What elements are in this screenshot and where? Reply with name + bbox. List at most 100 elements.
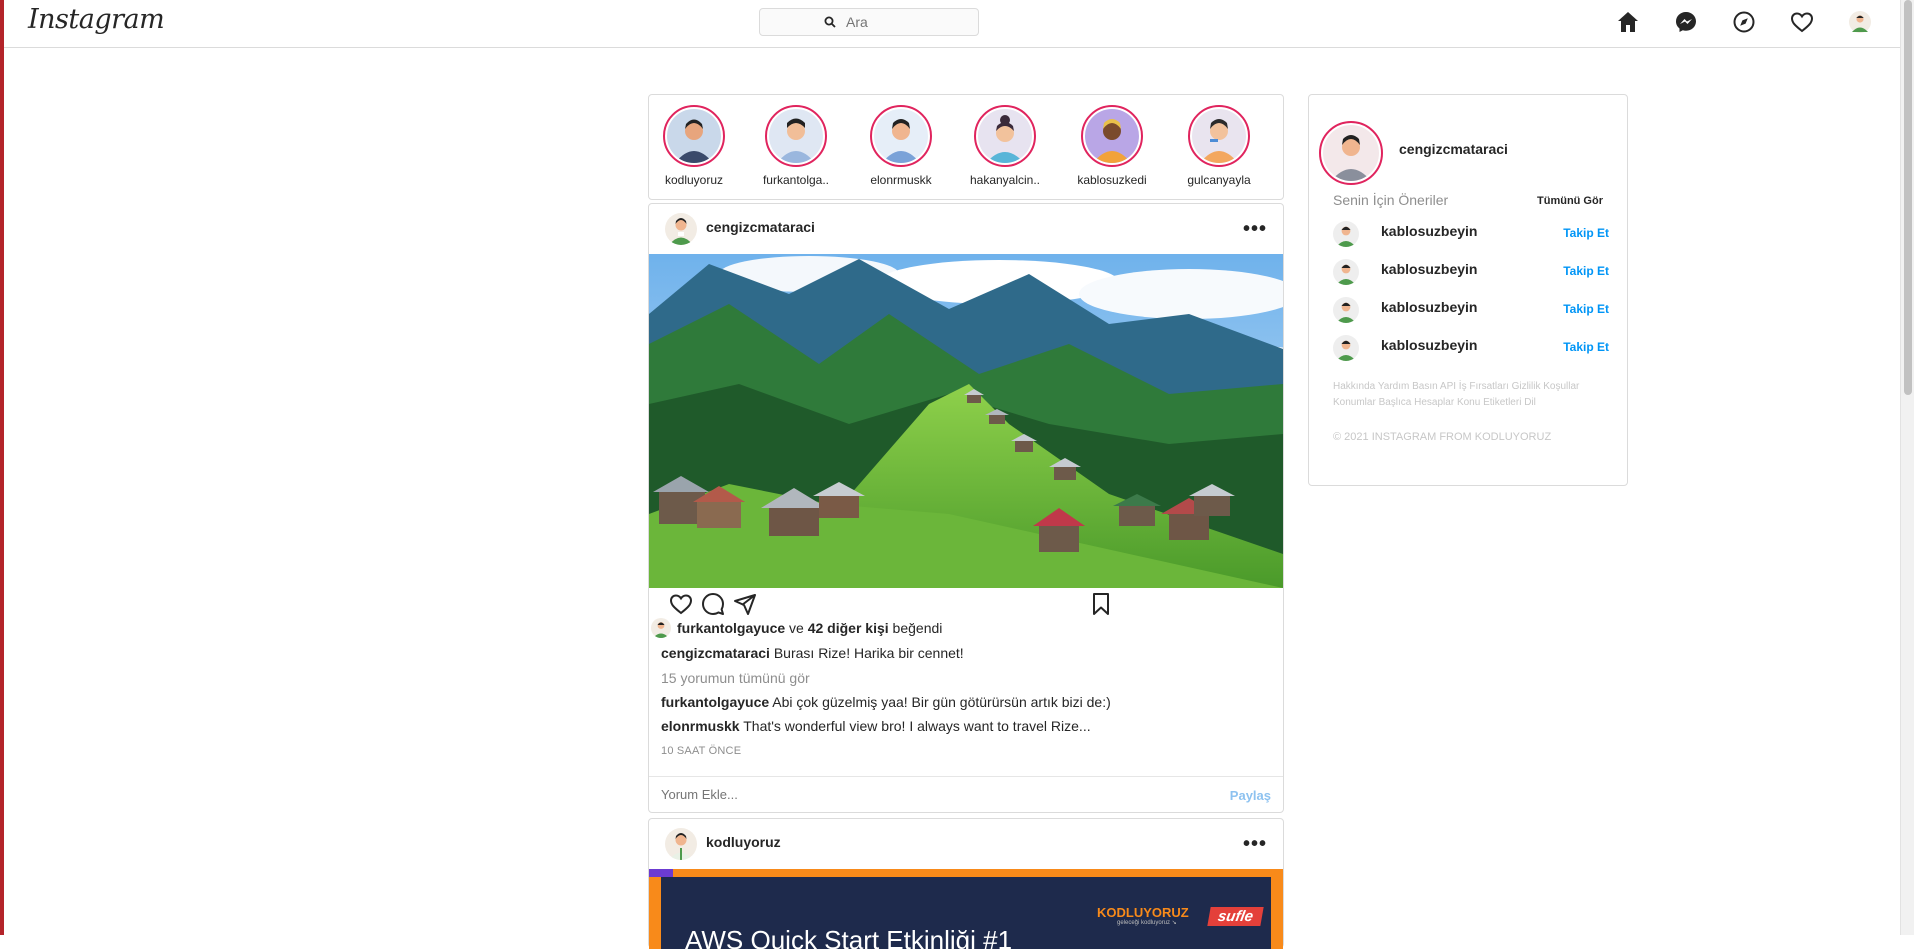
like-icon[interactable] xyxy=(669,592,693,621)
top-navbar: Instagram xyxy=(4,0,1900,48)
story-username: furkantolga.. xyxy=(762,173,830,187)
nav-icons xyxy=(1614,8,1874,36)
comment-item: furkantolgayuce Abi çok güzelmiş yaa! Bi… xyxy=(661,694,1111,710)
suggestion-username[interactable]: kablosuzbeyin xyxy=(1381,337,1477,353)
window-edge xyxy=(0,0,4,935)
app-window: Instagram Ara kodluyoruz furkantolga.. e… xyxy=(0,0,1914,949)
story-avatar xyxy=(1192,109,1246,163)
feed-post: kodluyoruz ••• AWS Quick Start Etkinliği… xyxy=(648,818,1284,949)
post-image[interactable]: AWS Quick Start Etkinliği #1 KODLUYORUZ … xyxy=(649,869,1283,949)
suggestion-row: kablosuzbeyin Takip Et xyxy=(1333,221,1609,251)
view-all-comments-link[interactable]: 15 yorumun tümünü gör xyxy=(661,670,810,686)
banner-title: AWS Quick Start Etkinliği #1 xyxy=(685,925,1013,949)
comment-input[interactable] xyxy=(661,787,1161,802)
footer-links[interactable]: Hakkında Yardım Basın API İş Fırsatları … xyxy=(1333,379,1613,411)
share-icon[interactable] xyxy=(733,592,757,621)
caption-text: Burası Rize! Harika bir cennet! xyxy=(773,645,964,661)
liker-avatar xyxy=(651,618,671,638)
story-username: hakanyalcin.. xyxy=(969,173,1041,187)
instagram-logo[interactable]: Instagram xyxy=(28,4,165,35)
comment-username[interactable]: elonrmuskk xyxy=(661,718,740,734)
story-avatar xyxy=(667,109,721,163)
story-username: kodluyoruz xyxy=(664,173,724,187)
messenger-icon[interactable] xyxy=(1672,8,1700,36)
comment-username[interactable]: furkantolgayuce xyxy=(661,694,769,710)
follow-button[interactable]: Takip Et xyxy=(1563,226,1609,240)
suggestion-row: kablosuzbeyin Takip Et xyxy=(1333,335,1609,365)
story-item[interactable]: furkantolga.. xyxy=(751,105,841,187)
story-ring xyxy=(1081,105,1143,167)
suggestion-username[interactable]: kablosuzbeyin xyxy=(1381,223,1477,239)
suggestion-avatar[interactable] xyxy=(1333,297,1359,323)
post-author-name[interactable]: kodluyoruz xyxy=(706,834,781,850)
story-username: gulcanyayla xyxy=(1187,173,1251,187)
liker-username[interactable]: furkantolgayuce xyxy=(677,620,785,636)
post-header: cengizcmataraci ••• xyxy=(649,204,1283,254)
search-input[interactable] xyxy=(846,14,986,30)
story-avatar xyxy=(874,109,928,163)
post-author-avatar[interactable] xyxy=(665,828,697,860)
suggestions-title: Senin İçin Öneriler xyxy=(1333,192,1449,208)
profile-ring xyxy=(1319,121,1383,185)
story-username: elonrmuskk xyxy=(870,173,932,187)
heart-icon[interactable] xyxy=(1788,8,1816,36)
post-author-avatar[interactable] xyxy=(665,213,697,245)
likes-others[interactable]: 42 diğer kişi xyxy=(808,620,889,636)
story-item[interactable]: gulcanyayla xyxy=(1174,105,1264,187)
post-timestamp: 10 SAAT ÖNCE xyxy=(661,745,742,757)
search-box[interactable] xyxy=(759,8,986,36)
see-all-link[interactable]: Tümünü Gör xyxy=(1537,195,1603,207)
home-icon[interactable] xyxy=(1614,8,1642,36)
explore-icon[interactable] xyxy=(1730,8,1758,36)
story-item[interactable]: kodluyoruz xyxy=(649,105,739,187)
post-comment-button[interactable]: Paylaş xyxy=(1230,788,1271,803)
follow-button[interactable]: Takip Et xyxy=(1563,302,1609,316)
current-username[interactable]: cengizcmataraci xyxy=(1399,141,1508,157)
suggestion-row: kablosuzbeyin Takip Et xyxy=(1333,259,1609,289)
likes-connector: ve xyxy=(789,620,804,636)
story-ring xyxy=(663,105,725,167)
likes-summary: furkantolgayuce ve 42 diğer kişi beğendi xyxy=(651,618,942,638)
suggestion-avatar[interactable] xyxy=(1333,221,1359,247)
post-author-name[interactable]: cengizcmataraci xyxy=(706,219,815,235)
post-image[interactable] xyxy=(649,254,1283,588)
bookmark-icon[interactable] xyxy=(1089,592,1113,621)
suggestion-username[interactable]: kablosuzbeyin xyxy=(1381,299,1477,315)
story-avatar xyxy=(1085,109,1139,163)
story-ring xyxy=(1188,105,1250,167)
stories-bar: kodluyoruz furkantolga.. elonrmuskk haka… xyxy=(648,94,1284,200)
story-ring xyxy=(765,105,827,167)
suggestion-username[interactable]: kablosuzbeyin xyxy=(1381,261,1477,277)
scrollbar-thumb[interactable] xyxy=(1904,0,1912,395)
banner-accent xyxy=(649,869,673,877)
story-ring xyxy=(974,105,1036,167)
vertical-scrollbar[interactable] xyxy=(1900,0,1914,935)
copyright-text: © 2021 INSTAGRAM FROM KODLUYORUZ xyxy=(1333,431,1552,443)
comment-icon[interactable] xyxy=(701,592,725,621)
sponsor-logo: sufle xyxy=(1207,907,1264,926)
story-avatar xyxy=(769,109,823,163)
banner-panel: AWS Quick Start Etkinliği #1 KODLUYORUZ … xyxy=(661,877,1271,949)
banner-brand: KODLUYORUZ xyxy=(1097,905,1189,920)
caption-username[interactable]: cengizcmataraci xyxy=(661,645,770,661)
current-user-avatar[interactable] xyxy=(1323,125,1379,181)
story-avatar xyxy=(978,109,1032,163)
suggestion-avatar[interactable] xyxy=(1333,335,1359,361)
feed-post: cengizcmataraci ••• furkantolgayuce ve 4… xyxy=(648,203,1284,813)
follow-button[interactable]: Takip Et xyxy=(1563,264,1609,278)
more-options-icon[interactable]: ••• xyxy=(1243,833,1267,856)
story-item[interactable]: kablosuzkedi xyxy=(1067,105,1157,187)
profile-avatar-icon[interactable] xyxy=(1846,8,1874,36)
story-item[interactable]: elonrmuskk xyxy=(856,105,946,187)
story-item[interactable]: hakanyalcin.. xyxy=(960,105,1050,187)
banner-brand-sub: geleceği kodluyoruz ↘ xyxy=(1117,920,1177,926)
comment-text: That's wonderful view bro! I always want… xyxy=(743,718,1091,734)
comment-text: Abi çok güzelmiş yaa! Bir gün götürürsün… xyxy=(772,694,1111,710)
more-options-icon[interactable]: ••• xyxy=(1243,218,1267,241)
post-header: kodluyoruz ••• xyxy=(649,819,1283,869)
suggestion-avatar[interactable] xyxy=(1333,259,1359,285)
likes-suffix: beğendi xyxy=(892,620,943,636)
comment-item: elonrmuskk That's wonderful view bro! I … xyxy=(661,718,1091,734)
follow-button[interactable]: Takip Et xyxy=(1563,340,1609,354)
post-actions xyxy=(669,590,1269,620)
